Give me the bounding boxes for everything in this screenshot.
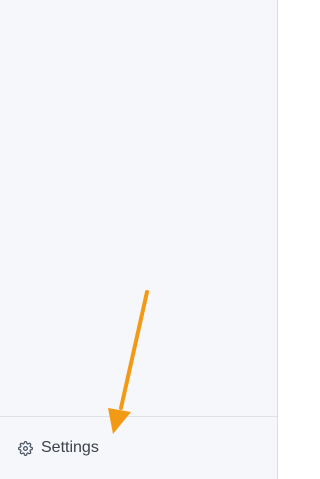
sidebar: Settings — [0, 0, 278, 479]
gear-icon — [18, 440, 33, 456]
settings-nav-item[interactable]: Settings — [10, 432, 107, 464]
sidebar-divider — [0, 416, 277, 417]
content-edge — [278, 0, 303, 479]
settings-label: Settings — [41, 439, 99, 456]
